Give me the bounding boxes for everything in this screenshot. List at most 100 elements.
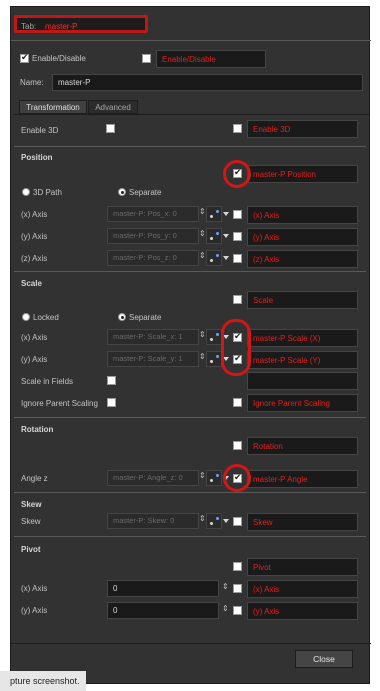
enable-attr-field: Enable/Disable — [156, 50, 266, 68]
pivot-attr-checkbox[interactable] — [233, 562, 242, 571]
scale-attr-checkbox[interactable] — [233, 295, 242, 304]
tab-divider — [13, 114, 369, 115]
highlight-circle — [223, 160, 251, 188]
position-z-function[interactable]: master-P: Pos_z: 0 — [107, 250, 199, 266]
divider — [14, 417, 366, 418]
ignore-parent-scaling-attr-checkbox[interactable] — [233, 398, 242, 407]
rotation-attr-field: Rotation — [247, 437, 358, 455]
scale-separate-radio[interactable] — [118, 313, 126, 321]
enable-3d-checkbox[interactable] — [106, 124, 115, 133]
position-x-attr-field: (x) Axis — [247, 206, 358, 224]
locked-radio[interactable] — [22, 313, 30, 321]
pivot-x-label: (x) Axis — [21, 584, 48, 593]
chevron-down-icon[interactable] — [223, 234, 229, 238]
pivot-x-spinner[interactable]: ⇕ — [222, 582, 229, 591]
angle-z-attr-field: master-P Angle — [247, 470, 358, 488]
position-section-title: Position — [21, 153, 53, 162]
scale-section-title: Scale — [21, 279, 42, 288]
position-x-spinner[interactable]: ⇕ — [199, 207, 206, 216]
position-attr-field: master-P Position — [247, 165, 358, 183]
pivot-y-attr-field: (y) Axis — [247, 602, 358, 620]
position-x-function-button[interactable] — [206, 206, 222, 222]
skew-function-button[interactable] — [206, 513, 222, 529]
tab-advanced[interactable]: Advanced — [88, 100, 138, 114]
separate-label: Separate — [129, 188, 162, 197]
position-x-function[interactable]: master-P: Pos_x: 0 — [107, 206, 199, 222]
position-y-function-button[interactable] — [206, 228, 222, 244]
layer-properties-panel: Tab: master-P Enable/Disable Enable/Disa… — [10, 6, 371, 684]
pivot-x-input[interactable]: 0 — [107, 580, 219, 597]
scale-y-function[interactable]: master-P: Scale_y: 1 — [107, 351, 199, 367]
scale-x-attr-field: master-P Scale (X) — [247, 329, 358, 347]
position-z-label: (z) Axis — [21, 254, 48, 263]
ignore-parent-scaling-attr-field: Ignore Parent Scaling — [247, 394, 358, 412]
skew-function[interactable]: master-P: Skew: 0 — [107, 513, 199, 529]
enable-disable-label: Enable/Disable — [32, 54, 86, 63]
tab-field-label: Tab: — [21, 22, 37, 31]
close-button[interactable]: Close — [295, 650, 353, 668]
angle-z-label: Angle z — [21, 474, 48, 483]
divider — [14, 536, 366, 537]
position-z-attr-field: (z) Axis — [247, 250, 358, 268]
position-x-label: (x) Axis — [21, 210, 48, 219]
tab-field-value: master-P — [45, 22, 78, 31]
position-y-attr-field: (y) Axis — [247, 228, 358, 246]
skew-attr-field: Skew — [247, 513, 358, 531]
divider — [14, 146, 366, 147]
scale-x-function[interactable]: master-P: Scale_x: 1 — [107, 329, 199, 345]
angle-z-function-button[interactable] — [206, 470, 222, 486]
pivot-y-input[interactable]: 0 — [107, 602, 219, 619]
pivot-x-attr-field: (x) Axis — [247, 580, 358, 598]
scale-x-label: (x) Axis — [21, 333, 48, 342]
enable-3d-label: Enable 3D — [21, 126, 59, 135]
scale-y-function-button[interactable] — [206, 351, 222, 367]
scale-x-function-button[interactable] — [206, 329, 222, 345]
position-y-label: (y) Axis — [21, 232, 48, 241]
pivot-x-attr-checkbox[interactable] — [233, 584, 242, 593]
position-y-spinner[interactable]: ⇕ — [199, 229, 206, 238]
pivot-y-spinner[interactable]: ⇕ — [222, 604, 229, 613]
chevron-down-icon[interactable] — [223, 256, 229, 260]
scale-x-spinner[interactable]: ⇕ — [199, 330, 206, 339]
scale-in-fields-checkbox[interactable] — [107, 376, 116, 385]
highlight-circle — [223, 464, 251, 492]
skew-label: Skew — [21, 517, 41, 526]
pivot-y-label: (y) Axis — [21, 606, 48, 615]
pivot-y-attr-checkbox[interactable] — [233, 606, 242, 615]
pivot-section-title: Pivot — [21, 545, 41, 554]
chevron-down-icon[interactable] — [223, 519, 229, 523]
rotation-attr-checkbox[interactable] — [233, 441, 242, 450]
enable-disable-checkbox[interactable] — [20, 52, 29, 63]
scale-attr-field: Scale — [247, 291, 358, 309]
enable-3d-attr-checkbox[interactable] — [233, 124, 242, 133]
tab-name-field[interactable]: Tab: master-P — [14, 15, 148, 33]
skew-section-title: Skew — [21, 500, 42, 509]
scale-y-spinner[interactable]: ⇕ — [199, 352, 206, 361]
angle-z-spinner[interactable]: ⇕ — [199, 471, 206, 480]
position-z-spinner[interactable]: ⇕ — [199, 251, 206, 260]
rotation-section-title: Rotation — [21, 425, 54, 434]
name-label: Name: — [20, 78, 44, 87]
name-input[interactable]: master-P — [52, 74, 363, 91]
position-y-attr-checkbox[interactable] — [233, 232, 242, 241]
enable-attr-checkbox[interactable] — [142, 54, 151, 63]
locked-label: Locked — [33, 313, 59, 322]
position-z-attr-checkbox[interactable] — [233, 254, 242, 263]
tab-transformation[interactable]: Transformation — [19, 100, 87, 114]
highlight-ellipse — [221, 319, 251, 376]
scale-in-fields-label: Scale in Fields — [21, 377, 74, 386]
position-z-function-button[interactable] — [206, 250, 222, 266]
position-y-function[interactable]: master-P: Pos_y: 0 — [107, 228, 199, 244]
skew-attr-checkbox[interactable] — [233, 517, 242, 526]
bottom-divider — [11, 643, 371, 644]
3d-path-label: 3D Path — [33, 188, 62, 197]
3d-path-radio[interactable] — [22, 188, 30, 196]
position-x-attr-checkbox[interactable] — [233, 210, 242, 219]
scale-in-fields-attr-field — [247, 372, 358, 390]
chevron-down-icon[interactable] — [223, 212, 229, 216]
skew-spinner[interactable]: ⇕ — [199, 514, 206, 523]
ignore-parent-scaling-label: Ignore Parent Scaling — [21, 399, 98, 408]
separate-radio[interactable] — [118, 188, 126, 196]
angle-z-function[interactable]: master-P: Angle_z: 0 — [107, 470, 199, 486]
ignore-parent-scaling-checkbox[interactable] — [107, 398, 116, 407]
